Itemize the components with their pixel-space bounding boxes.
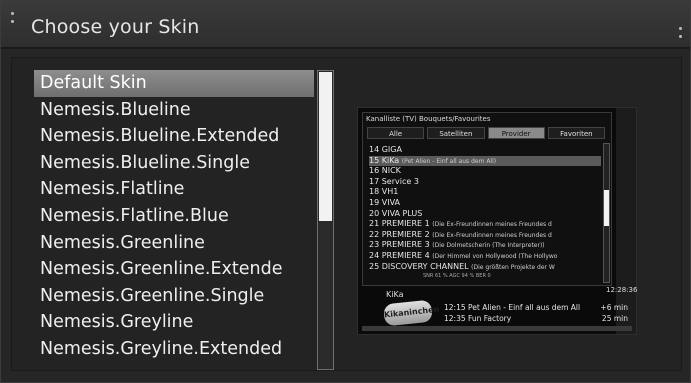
preview-channel-row: 21 PREMIERE 1 (Die Ex-Freundinnen meines…: [369, 219, 601, 230]
preview-channel-number: 20: [369, 208, 380, 218]
preview-epg-duration: +6 min: [600, 303, 628, 312]
preview-channel-number: 15: [369, 155, 380, 165]
preview-channel-row: 22 PREMIERE 2 (Die Ex-Freundinnen meines…: [369, 230, 601, 241]
preview-channel-row: 20 VIVA PLUS: [369, 209, 601, 220]
preview-clock: 12:28:36: [606, 286, 638, 294]
preview-epg-time: 12:15: [444, 303, 466, 312]
preview-channel-number: 25: [369, 261, 380, 271]
preview-channel-name: KiKa: [379, 155, 402, 165]
preview-channel-row: 23 PREMIERE 3 (Die Dolmetscherin (The In…: [369, 240, 601, 251]
preview-channel-name: VIVA PLUS: [379, 208, 423, 218]
skin-list-item[interactable]: Nemesis.Greenline.Single: [34, 283, 314, 310]
preview-epg-time: 12:35: [444, 314, 466, 323]
skin-list-item[interactable]: Nemesis.Greyline: [34, 309, 314, 336]
preview-channel-row: 18 VH1: [369, 187, 601, 198]
corner-dots-icon: [11, 12, 19, 26]
preview-channel-number: 17: [369, 176, 380, 186]
preview-channel-row: 14 GIGA: [369, 145, 601, 156]
preview-channel-name: NICK: [379, 166, 401, 176]
preview-channel-number: 19: [369, 197, 380, 207]
preview-channel-name: GIGA: [379, 145, 402, 154]
preview-current-channel: KiKa: [386, 290, 404, 299]
preview-tab: Favoriten: [547, 127, 605, 139]
preview-epg-row: 12:15 Pet Alien - Einf all aus dem All +6…: [444, 302, 628, 313]
preview-channel-number: 14: [369, 145, 380, 154]
preview-channel-number: 16: [369, 166, 380, 176]
window-title: Choose your Skin: [31, 16, 200, 38]
skin-list-item[interactable]: Default Skin: [34, 70, 314, 97]
preview-channel-row: 25 DISCOVERY CHANNEL (Die größten Projek…: [369, 262, 601, 273]
preview-channel-info: (Die größten Projekte der W: [471, 263, 555, 271]
preview-channel-name: Service 3: [379, 176, 419, 186]
preview-channel-number: 21: [369, 219, 380, 229]
preview-channel-info: (Die Ex-Freundinnen meines Freundes d: [432, 221, 552, 229]
preview-scrollbar: [603, 143, 610, 283]
preview-channel-info: (Die Ex-Freundinnen meines Freundes d: [432, 231, 552, 239]
preview-epg-row: 12:35 Fun Factory 25 min: [444, 313, 628, 324]
preview-channel-name: VIVA: [379, 197, 400, 207]
preview-channel-panel: Kanalliste (TV) Bouquets/Favourites Alle…: [362, 112, 612, 286]
preview-signal-info: SNR 61 % AGC 94 % BER 0: [423, 273, 491, 279]
preview-channel-row: 16 NICK: [369, 166, 601, 177]
skin-list-item[interactable]: Nemesis.Greenline.Extende: [34, 256, 314, 283]
skin-chooser-window: Choose your Skin Default Skin Nemesis.Blu…: [0, 0, 691, 383]
skin-list-scrollbar[interactable]: [317, 70, 334, 370]
skin-list-item[interactable]: Nemesis.Flatline.Blue: [34, 203, 314, 230]
preview-channel-row: 15 KiKa (Pet Alien - Einf all aus dem Al…: [369, 155, 601, 167]
preview-header: Kanalliste (TV) Bouquets/Favourites: [366, 115, 491, 123]
preview-channel-name: PREMIERE 1: [379, 219, 433, 229]
preview-footer-bar: [362, 326, 632, 331]
scrollbar-thumb[interactable]: [319, 72, 332, 221]
preview-channel-number: 22: [369, 229, 380, 239]
preview-channel-number: 18: [369, 187, 380, 197]
preview-channel-name: PREMIERE 2: [379, 229, 433, 239]
preview-channel-logo: Kikaninchen: [382, 299, 440, 327]
preview-epg: 12:15 Pet Alien - Einf all aus dem All +6…: [444, 302, 628, 324]
corner-dots-icon: [679, 27, 687, 41]
preview-channel-name: VH1: [379, 187, 399, 197]
preview-channel-list: 14 GIGA 15 KiKa (Pet Alien - Einf all au…: [369, 145, 601, 272]
preview-channel-row: 24 PREMIERE 4 (Der Himmel von Hollywood …: [369, 251, 601, 262]
skin-list-item[interactable]: Nemesis.Blueline.Single: [34, 150, 314, 177]
preview-channel-row: 17 Service 3: [369, 177, 601, 188]
preview-epg-duration: 25 min: [601, 314, 628, 323]
preview-channel-name: PREMIERE 4: [379, 250, 433, 260]
preview-channel-row: 19 VIVA: [369, 198, 601, 209]
title-bar: Choose your Skin: [1, 1, 690, 49]
skin-list-item[interactable]: Nemesis.Blueline.Extended: [34, 123, 314, 150]
skin-list-item[interactable]: Nemesis.Greenline: [34, 230, 314, 257]
preview-tabs: Alle Satelliten Provider Favoriten: [367, 127, 605, 139]
content-area: Default Skin Nemesis.Blueline Nemesis.Blue…: [11, 57, 682, 371]
skin-list-item[interactable]: Nemesis.Blueline: [34, 97, 314, 124]
skin-list[interactable]: Default Skin Nemesis.Blueline Nemesis.Blue…: [34, 70, 314, 362]
preview-channel-name: DISCOVERY CHANNEL: [379, 261, 472, 271]
preview-channel-name: PREMIERE 3: [379, 240, 433, 250]
skin-list-item[interactable]: Nemesis.Greyline.Extended: [34, 336, 314, 363]
skin-list-item[interactable]: Nemesis.Flatline: [34, 176, 314, 203]
preview-epg-title: Pet Alien - Einf all aus dem All: [465, 303, 581, 312]
preview-channel-info: (Der Himmel von Hollywood (The Hollywo: [432, 252, 558, 260]
preview-tab: Alle: [367, 127, 425, 139]
preview-scrollbar-thumb: [604, 190, 609, 226]
skin-preview-image: Kanalliste (TV) Bouquets/Favourites Alle…: [357, 107, 637, 335]
preview-tab: Satelliten: [427, 127, 485, 139]
preview-channel-number: 24: [369, 250, 380, 260]
preview-tab: Provider: [487, 127, 545, 139]
preview-channel-info: (Die Dolmetscherin (The Interpreter)): [432, 242, 545, 250]
preview-channel-info: (Pet Alien - Einf all aus dem All): [401, 157, 497, 165]
preview-channel-number: 23: [369, 240, 380, 250]
preview-epg-title: Fun Factory: [465, 314, 512, 323]
preview-infobar: KiKa 12:28:36 Kikaninchen 12:15 Pet Alie…: [362, 286, 637, 332]
